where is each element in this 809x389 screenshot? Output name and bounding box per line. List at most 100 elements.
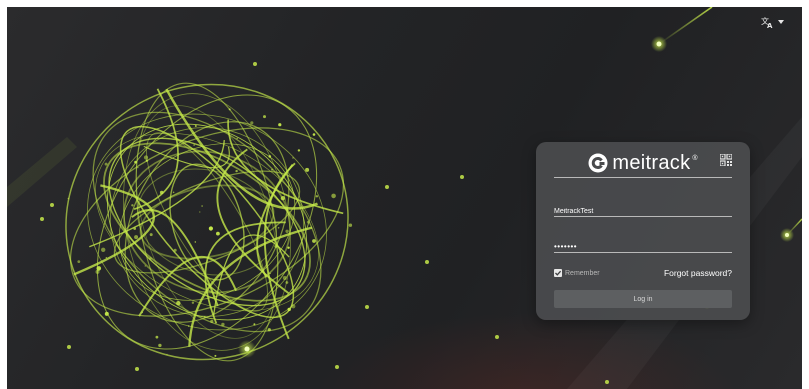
globe-node [269,272,271,275]
username-input[interactable] [554,203,732,220]
globe-node [77,260,81,263]
globe-node [267,328,271,332]
globe-node [101,247,106,252]
globe-node [235,169,238,173]
check-icon [555,270,562,276]
star-dot [40,217,44,221]
star-dot [50,203,54,207]
globe-node [278,123,282,127]
globe-node [253,323,256,326]
login-panel: meitrack ® Remember [536,142,750,320]
remember-label: Remember [565,269,600,277]
globe-node [159,190,164,195]
globe-node [95,269,100,274]
globe-node [274,244,278,248]
meteor-trail [658,7,713,45]
globe-node [208,226,213,231]
globe-node [158,343,162,348]
globe-node [193,144,195,146]
globe-node [312,133,316,136]
globe-node [280,196,286,201]
star-dot [425,260,429,264]
globe-orbit [118,143,296,301]
meteor-head [656,41,662,47]
globe-node [271,168,273,171]
globe-node [67,197,70,200]
meteor-head [785,233,789,237]
caret-down-icon [778,20,784,24]
globe-node [194,241,196,243]
star-dot [605,380,609,384]
globe-orbit [96,94,318,350]
globe-node [305,167,310,172]
light-band [7,137,77,207]
globe-node [141,311,143,314]
globe-node [236,137,238,140]
star-dot [460,175,464,179]
meitrack-logo-icon [588,153,608,173]
star-dot [335,365,339,369]
globe-node [292,157,294,159]
globe-node [282,276,287,280]
translate-icon: 文 A [761,16,773,28]
globe-node [133,227,136,230]
globe-node [201,205,203,207]
remember-checkbox[interactable]: Remember [554,269,600,277]
globe-node [199,211,201,213]
glow-node-core [244,346,250,352]
login-button[interactable]: Log in [554,290,732,308]
globe-node [103,185,106,187]
globe-node [263,115,266,119]
star-dot [135,367,139,371]
globe-node [285,281,289,284]
globe-orbit [103,142,311,302]
globe-node [228,108,231,111]
globe-node [172,191,175,194]
star-dot [365,305,369,309]
globe-node [287,307,291,312]
language-switcher[interactable]: 文 A [761,16,784,28]
globe-node [268,155,272,158]
globe-node [145,159,148,162]
globe-node [216,231,220,236]
globe-node [131,204,134,207]
globe-node [221,322,225,327]
globe-node [331,193,336,199]
globe-node [315,195,319,198]
star-dot [385,185,389,189]
globe-node [250,121,254,125]
globe-node [104,311,109,316]
globe-orbit [95,132,319,312]
registered-mark: ® [692,154,698,162]
globe-node [287,246,290,249]
password-input[interactable] [554,238,732,255]
qr-code-icon[interactable] [720,154,732,166]
globe-node [173,248,177,252]
globe-node [137,166,139,169]
globe-node [254,246,256,249]
svg-text:A: A [767,22,773,28]
globe-node [149,257,152,260]
brand-logo: meitrack ® [554,149,732,178]
brand-name: meitrack [612,151,691,174]
globe-node [204,316,206,318]
globe-node [134,235,139,240]
password-field [554,236,732,255]
globe-node [104,162,108,166]
globe-node [348,223,353,227]
globe-node [194,125,197,127]
forgot-password-link[interactable]: Forgot password? [664,268,732,278]
globe-node [210,319,214,323]
globe-node [291,304,296,309]
globe-node [187,325,190,327]
globe-orbit [87,113,327,331]
globe-node [155,335,159,339]
globe-orbit [119,125,295,319]
globe-node [214,354,217,357]
globe-node [306,220,310,224]
globe-node [297,149,301,152]
globe-node [134,160,137,164]
remember-checkbox-box[interactable] [554,269,562,277]
star-dot [495,335,499,339]
globe-node [312,239,316,243]
